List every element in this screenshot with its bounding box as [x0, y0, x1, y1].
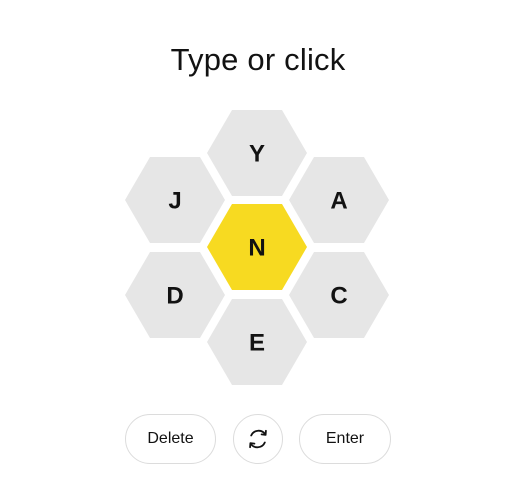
hive-cell-upper-left[interactable]: J: [125, 157, 225, 243]
shuffle-icon: [245, 426, 271, 452]
hive-cell-lower-right[interactable]: C: [289, 252, 389, 338]
hive-letter-bottom: E: [249, 330, 265, 357]
hive-cell-lower-left[interactable]: D: [125, 252, 225, 338]
hive-cell-bottom[interactable]: E: [207, 299, 307, 385]
hive-letter-upper-left: J: [168, 188, 181, 215]
hive-letter-upper-right: A: [330, 188, 347, 215]
hive-letter-lower-right: C: [330, 283, 347, 310]
hive-letter-lower-left: D: [166, 283, 183, 310]
hive-letter-top: Y: [249, 141, 265, 168]
hive-controls: Delete Enter: [0, 414, 516, 466]
delete-button[interactable]: Delete: [125, 414, 216, 464]
hive-cell-upper-right[interactable]: A: [289, 157, 389, 243]
hive-letter-center: N: [248, 235, 265, 262]
hive-cell-center[interactable]: N: [207, 204, 307, 290]
shuffle-button[interactable]: [233, 414, 283, 464]
enter-button[interactable]: Enter: [299, 414, 391, 464]
hive-cell-top[interactable]: Y: [207, 110, 307, 196]
